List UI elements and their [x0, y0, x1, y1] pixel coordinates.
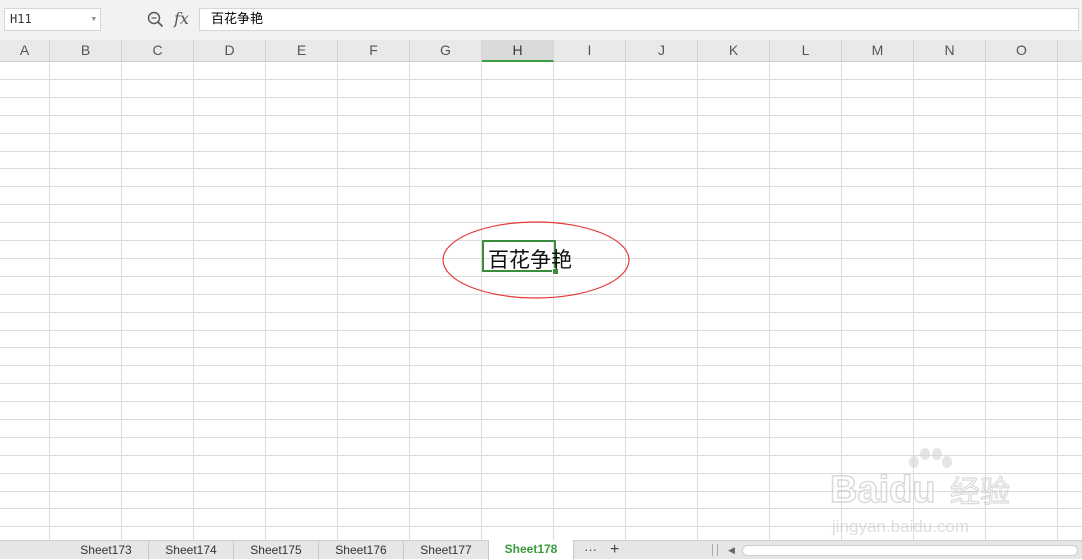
- scroll-left-icon[interactable]: ◀: [728, 542, 735, 559]
- watermark-brand: Baidu: [830, 469, 936, 511]
- column-header-n[interactable]: N: [914, 40, 986, 61]
- sheet-tab-sheet175[interactable]: Sheet175: [234, 541, 319, 560]
- formula-input[interactable]: 百花争艳: [199, 8, 1079, 31]
- sheet-tab-bar: ··· + ◀ Sheet173 Sheet174 Sheet175 Sheet176…: [0, 540, 1082, 560]
- baidu-watermark-logo: Baidu 经验 jingyan.baidu.com: [829, 448, 1011, 535]
- column-header-o[interactable]: O: [986, 40, 1058, 61]
- zoom-icon[interactable]: [147, 11, 164, 28]
- column-header-c[interactable]: C: [122, 40, 194, 61]
- annotation-ellipse: [442, 221, 630, 299]
- column-header-i[interactable]: I: [554, 40, 626, 61]
- column-header-l[interactable]: L: [770, 40, 842, 61]
- column-header-j[interactable]: J: [626, 40, 698, 61]
- column-header-row: ABCDEFGHIJKLMNO: [0, 40, 1082, 62]
- watermark-url: jingyan.baidu.com: [831, 517, 969, 535]
- sheet-tab-sheet178[interactable]: Sheet178: [489, 540, 574, 560]
- sheet-tab-sheet176[interactable]: Sheet176: [319, 541, 404, 560]
- column-header-a[interactable]: A: [0, 40, 50, 61]
- chevron-down-icon[interactable]: ▼: [92, 9, 96, 30]
- more-tabs-icon[interactable]: ···: [584, 541, 597, 558]
- sheet-tab-sheet174[interactable]: Sheet174: [149, 541, 234, 560]
- formula-bar: H11 ▼ fx 百花争艳: [0, 0, 1082, 40]
- column-header-h[interactable]: H: [482, 40, 554, 62]
- function-icon[interactable]: fx: [174, 9, 189, 28]
- split-handle[interactable]: [712, 544, 718, 556]
- sheet-tab-sheet177[interactable]: Sheet177: [404, 541, 489, 560]
- sheet-tab-sheet173[interactable]: Sheet173: [64, 541, 149, 560]
- horizontal-scrollbar[interactable]: [742, 545, 1078, 556]
- column-header-d[interactable]: D: [194, 40, 266, 61]
- column-header-e[interactable]: E: [266, 40, 338, 61]
- column-header-k[interactable]: K: [698, 40, 770, 61]
- cell-reference: H11: [10, 12, 32, 26]
- column-header-m[interactable]: M: [842, 40, 914, 61]
- name-box[interactable]: H11 ▼: [4, 8, 101, 31]
- column-header-g[interactable]: G: [410, 40, 482, 61]
- column-header-f[interactable]: F: [338, 40, 410, 61]
- column-header-b[interactable]: B: [50, 40, 122, 61]
- add-sheet-button[interactable]: +: [610, 540, 619, 559]
- watermark-brand-cn: 经验: [950, 475, 1010, 510]
